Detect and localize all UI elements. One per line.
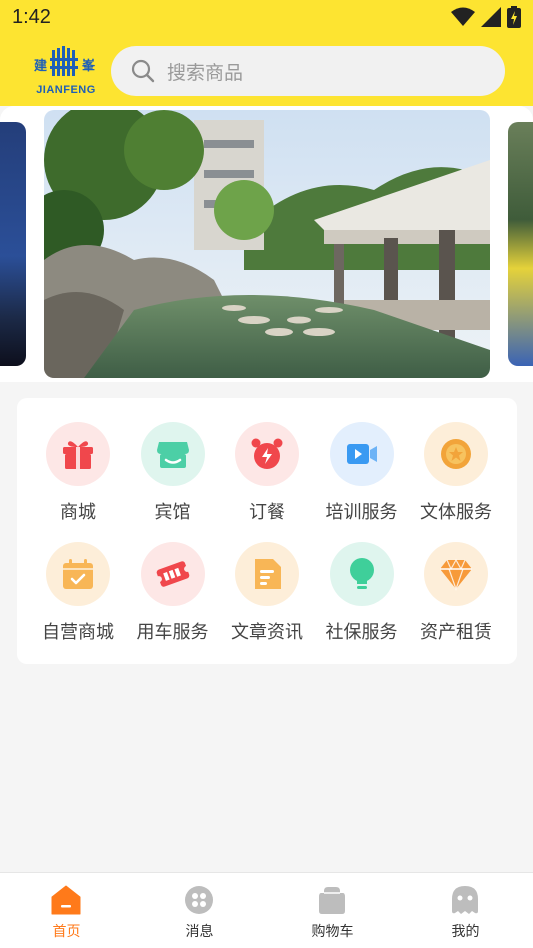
service-icon-bg <box>329 422 394 486</box>
service-item[interactable]: 自营商城 <box>31 542 125 652</box>
tab-profile-label: 我的 <box>451 924 480 940</box>
service-icon-bg <box>329 542 394 606</box>
service-icon-bg <box>140 542 205 606</box>
service-label: 自营商城 <box>42 622 114 643</box>
service-label: 商城 <box>60 502 96 523</box>
medal-icon <box>441 439 471 469</box>
header: 1:42 建 峯 JIANFENG 搜索商品 <box>0 0 533 106</box>
system-icons <box>451 6 521 28</box>
service-icon-bg <box>235 422 299 486</box>
tab-profile[interactable]: 我的 <box>399 873 532 948</box>
service-item[interactable]: 商城 <box>31 422 125 532</box>
service-label: 宾馆 <box>154 502 191 523</box>
service-icon-bg <box>46 542 110 606</box>
tab-home-label: 首页 <box>52 924 81 940</box>
jianfeng-logo: 建 峯 JIANFENG <box>30 44 102 96</box>
service-label: 资产租赁 <box>420 622 492 643</box>
banner-slide-prev[interactable] <box>0 122 26 366</box>
service-item[interactable]: 培训服务 <box>315 422 409 532</box>
tab-messages[interactable]: 消息 <box>133 873 266 948</box>
service-label: 文体服务 <box>420 502 492 523</box>
tab-cart-label: 购物车 <box>311 924 354 940</box>
banner-slide-current[interactable] <box>44 110 490 378</box>
banner-carousel[interactable] <box>0 106 533 382</box>
bottom-tab-bar: 首页 消息 购物车 我的 <box>0 872 533 948</box>
ticket-icon <box>155 561 190 587</box>
video-icon <box>346 444 377 464</box>
service-label: 文章资讯 <box>231 622 303 643</box>
gift-icon <box>63 441 93 469</box>
document-icon <box>255 559 281 589</box>
service-icon-bg <box>424 422 488 486</box>
lightbulb-icon <box>349 558 374 589</box>
home-icon <box>51 885 81 915</box>
service-item[interactable]: 社保服务 <box>315 542 409 652</box>
signal-icon <box>481 7 501 27</box>
service-icon-bg <box>235 542 299 606</box>
service-item[interactable]: 文章资讯 <box>220 542 314 652</box>
alarm-clock-icon <box>251 438 283 469</box>
banner-slide-next[interactable] <box>508 122 533 366</box>
profile-icon <box>452 886 478 914</box>
services-card: 商城 宾馆 订餐 培训服务 文体服务自营商城 用车服务 文章资讯 社保服务 资产租赁 <box>17 398 517 664</box>
service-label: 订餐 <box>249 502 285 523</box>
search-bar[interactable]: 搜索商品 <box>111 46 505 96</box>
tab-cart[interactable]: 购物车 <box>266 873 399 948</box>
diamond-icon <box>440 558 472 591</box>
service-item[interactable]: 资产租赁 <box>409 542 503 652</box>
battery-icon <box>507 6 521 28</box>
tab-messages-label: 消息 <box>185 924 214 940</box>
logo-text: JIANFENG <box>36 84 96 96</box>
service-item[interactable]: 订餐 <box>220 422 314 532</box>
service-item[interactable]: 用车服务 <box>126 542 220 652</box>
shop-icon <box>156 442 189 468</box>
service-label: 社保服务 <box>325 622 398 643</box>
svg-text:建: 建 <box>34 58 47 74</box>
service-item[interactable]: 宾馆 <box>126 422 220 532</box>
cart-icon <box>319 887 345 914</box>
service-item[interactable]: 文体服务 <box>409 422 503 532</box>
service-icon-bg <box>46 422 110 486</box>
calendar-icon <box>63 559 93 589</box>
service-icon-bg <box>424 542 488 606</box>
service-icon-bg <box>140 422 205 486</box>
svg-text:峯: 峯 <box>82 58 96 74</box>
service-label: 培训服务 <box>325 502 398 523</box>
tab-home[interactable]: 首页 <box>0 873 133 948</box>
status-bar: 1:42 <box>0 0 533 36</box>
logo-mark-icon: 建 峯 <box>34 46 96 76</box>
message-icon <box>185 886 213 914</box>
wifi-icon <box>451 7 475 26</box>
status-time: 1:42 <box>12 6 51 28</box>
campus-pond-image <box>44 110 490 378</box>
search-icon <box>131 59 155 83</box>
search-placeholder: 搜索商品 <box>167 61 244 84</box>
service-label: 用车服务 <box>136 622 209 643</box>
